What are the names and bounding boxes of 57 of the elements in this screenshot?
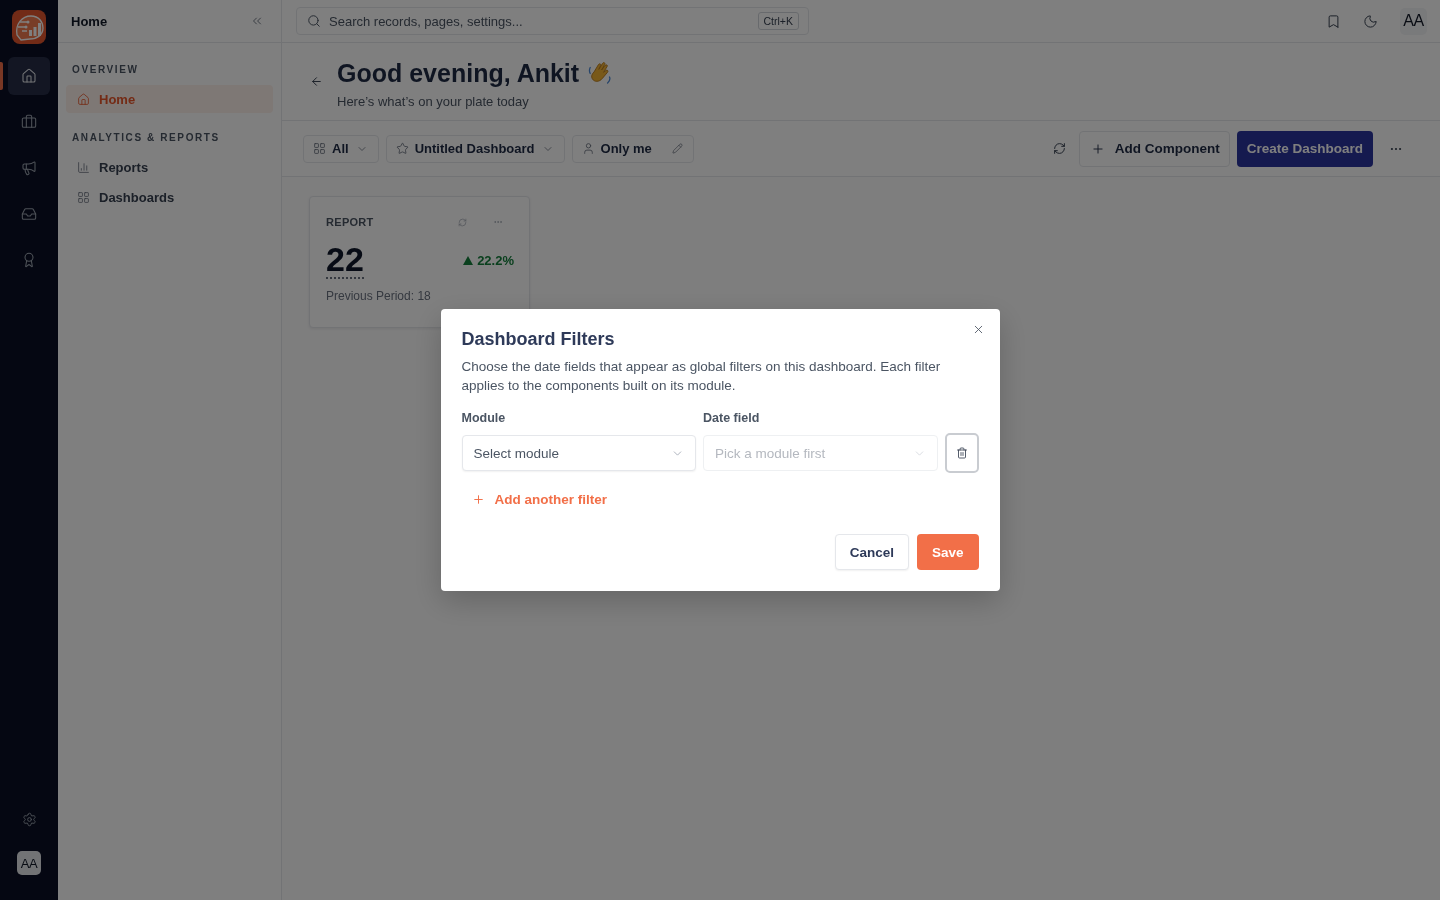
- plus-icon: [471, 493, 485, 506]
- section-label: ANALYTICS & REPORTS: [71, 132, 221, 143]
- grid-icon: [313, 142, 326, 155]
- bar-chart-icon: [77, 160, 90, 174]
- dialog-title: Dashboard Filters: [461, 328, 616, 351]
- home-icon: [77, 92, 90, 106]
- back-arrow-icon[interactable]: [310, 75, 323, 88]
- plus-icon: [1090, 141, 1105, 156]
- user-avatar[interactable]: AA: [1400, 7, 1427, 35]
- sidebar-item[interactable]: Dashboards: [66, 183, 273, 211]
- search-field[interactable]: Search records, pages, settings... Ctrl+K: [296, 7, 809, 35]
- collapse-icon[interactable]: [250, 14, 264, 28]
- user-avatar[interactable]: AA: [17, 851, 41, 875]
- inbox-icon: [21, 206, 37, 222]
- sidebar-item[interactable]: Home: [66, 85, 273, 113]
- sidebar-title: Home: [71, 13, 108, 29]
- filter-dropdown[interactable]: Only me: [571, 134, 694, 163]
- search-icon: [307, 14, 321, 28]
- active-indicator: [0, 62, 3, 90]
- app-logo: [12, 10, 46, 44]
- add-filter-link[interactable]: Add another filter: [471, 492, 607, 507]
- filter-dropdown[interactable]: Untitled Dashboard: [385, 134, 565, 163]
- search-input[interactable]: Search records, pages, settings...: [329, 11, 750, 31]
- dialog-description: Choose the date fields that appear as global filters on this dashboard. Each filter applies to the components built on its module.: [461, 358, 942, 395]
- module-select[interactable]: Select module: [461, 435, 696, 471]
- settings-icon[interactable]: [21, 812, 37, 827]
- briefcase-icon: [21, 114, 37, 130]
- trash-icon: [955, 447, 968, 459]
- refresh-icon[interactable]: [1052, 142, 1066, 155]
- metric-value: 22: [326, 242, 364, 279]
- field-label: Module: [461, 411, 507, 425]
- sidebar-item[interactable]: Reports: [66, 153, 273, 181]
- award-icon: [21, 252, 37, 268]
- waving-hand-icon: [588, 60, 613, 86]
- home-icon: [21, 68, 37, 84]
- page-subtitle: Here’s what’s on your plate today: [337, 94, 530, 109]
- cancel-button[interactable]: Cancel: [834, 534, 909, 570]
- field-label: Date field: [703, 411, 761, 425]
- star-icon: [395, 142, 409, 155]
- filter-dropdown[interactable]: All: [303, 134, 379, 163]
- megaphone-icon: [21, 160, 37, 176]
- create-dashboard-button[interactable]: Create Dashboard: [1236, 130, 1373, 167]
- card-label: REPORT: [326, 216, 374, 228]
- bookmark-icon[interactable]: [1326, 13, 1341, 29]
- moon-icon[interactable]: [1363, 13, 1378, 29]
- section-label: OVERVIEW: [71, 64, 140, 75]
- delete-button[interactable]: [944, 433, 979, 473]
- save-button[interactable]: Save: [916, 534, 979, 570]
- change-percent: 22.2%: [477, 253, 514, 268]
- add-component-button[interactable]: Add Component: [1078, 130, 1230, 167]
- previous-period: Previous Period: 18: [326, 289, 432, 303]
- page-title: Good evening, Ankit: [337, 58, 580, 88]
- grid-icon: [77, 190, 90, 204]
- shortcut-hint: Ctrl+K: [757, 12, 799, 30]
- refresh-icon[interactable]: [458, 217, 467, 227]
- user-icon: [581, 142, 595, 155]
- pencil-icon: [671, 143, 683, 154]
